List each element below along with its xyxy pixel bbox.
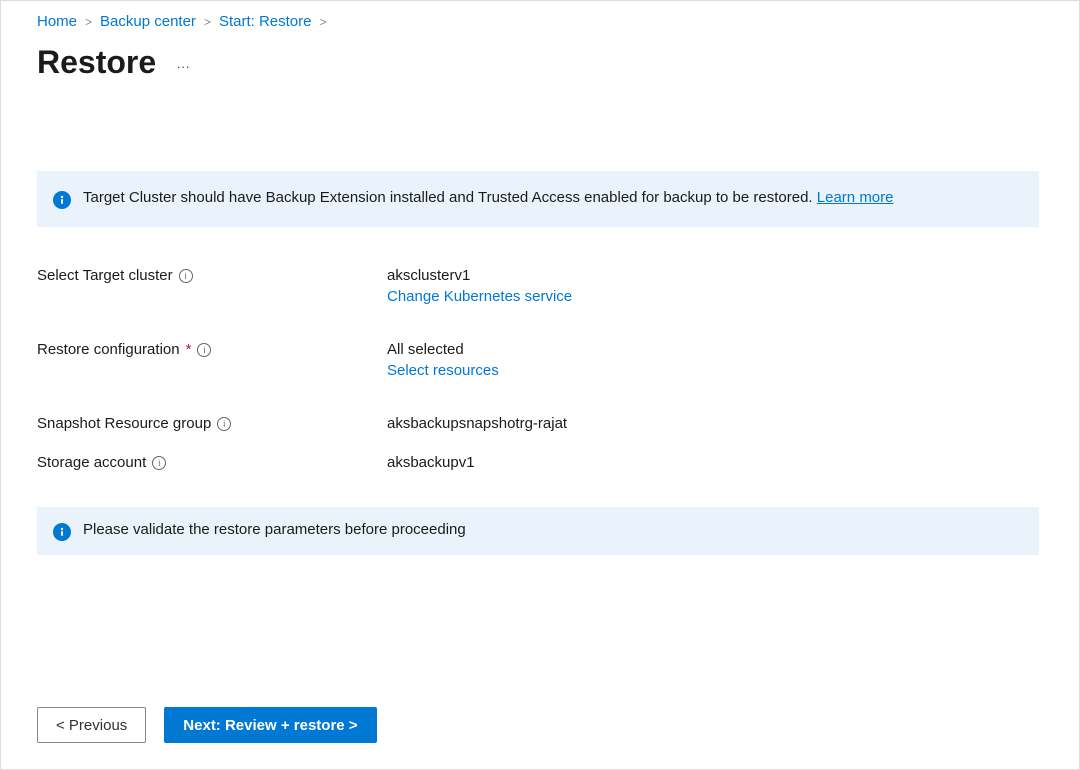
info-text: Target Cluster should have Backup Extens… [83, 189, 894, 209]
info-tooltip-icon[interactable]: i [179, 269, 193, 283]
chevron-right-icon: > [85, 15, 92, 29]
label-text: Restore configuration [37, 341, 180, 358]
more-button[interactable]: … [176, 55, 192, 71]
breadcrumb-link-home[interactable]: Home [37, 13, 77, 30]
target-cluster-value: aksclusterv1 [387, 267, 1039, 284]
info-message: Please validate the restore parameters b… [83, 521, 466, 541]
storage-account-value: aksbackupv1 [387, 454, 1039, 471]
change-kubernetes-service-link[interactable]: Change Kubernetes service [387, 288, 1039, 305]
previous-button[interactable]: < Previous [37, 707, 146, 743]
breadcrumb: Home > Backup center > Start: Restore > [37, 13, 1079, 30]
info-banner-trusted-access: Target Cluster should have Backup Extens… [37, 171, 1039, 227]
field-restore-configuration: Restore configuration * i All selected S… [37, 341, 1039, 379]
info-banner-validate: Please validate the restore parameters b… [37, 507, 1039, 555]
field-storage-account: Storage account i aksbackupv1 [37, 454, 1039, 471]
chevron-right-icon: > [319, 15, 326, 29]
title-row: Restore … [37, 44, 1079, 81]
field-target-cluster: Select Target cluster i aksclusterv1 Cha… [37, 267, 1039, 305]
info-tooltip-icon[interactable]: i [217, 417, 231, 431]
info-message: Target Cluster should have Backup Extens… [83, 189, 817, 206]
breadcrumb-link-backup-center[interactable]: Backup center [100, 13, 196, 30]
field-label: Storage account i [37, 454, 387, 471]
field-label: Restore configuration * i [37, 341, 387, 358]
field-snapshot-resource-group: Snapshot Resource group i aksbackupsnaps… [37, 415, 1039, 432]
field-value: All selected Select resources [387, 341, 1039, 379]
next-review-restore-button[interactable]: Next: Review + restore > [164, 707, 376, 743]
field-label: Snapshot Resource group i [37, 415, 387, 432]
footer-buttons: < Previous Next: Review + restore > [37, 707, 377, 743]
label-text: Select Target cluster [37, 267, 173, 284]
label-text: Storage account [37, 454, 146, 471]
chevron-right-icon: > [204, 15, 211, 29]
learn-more-link[interactable]: Learn more [817, 189, 894, 206]
page-title: Restore [37, 44, 156, 81]
required-indicator: * [186, 341, 192, 358]
snapshot-rg-value: aksbackupsnapshotrg-rajat [387, 415, 1039, 432]
info-tooltip-icon[interactable]: i [197, 343, 211, 357]
select-resources-link[interactable]: Select resources [387, 362, 1039, 379]
info-icon [53, 191, 71, 209]
label-text: Snapshot Resource group [37, 415, 211, 432]
breadcrumb-link-start-restore[interactable]: Start: Restore [219, 13, 312, 30]
restore-config-value: All selected [387, 341, 1039, 358]
field-label: Select Target cluster i [37, 267, 387, 284]
field-value: aksclusterv1 Change Kubernetes service [387, 267, 1039, 305]
form-region: Select Target cluster i aksclusterv1 Cha… [37, 267, 1039, 471]
info-icon [53, 523, 71, 541]
info-tooltip-icon[interactable]: i [152, 456, 166, 470]
